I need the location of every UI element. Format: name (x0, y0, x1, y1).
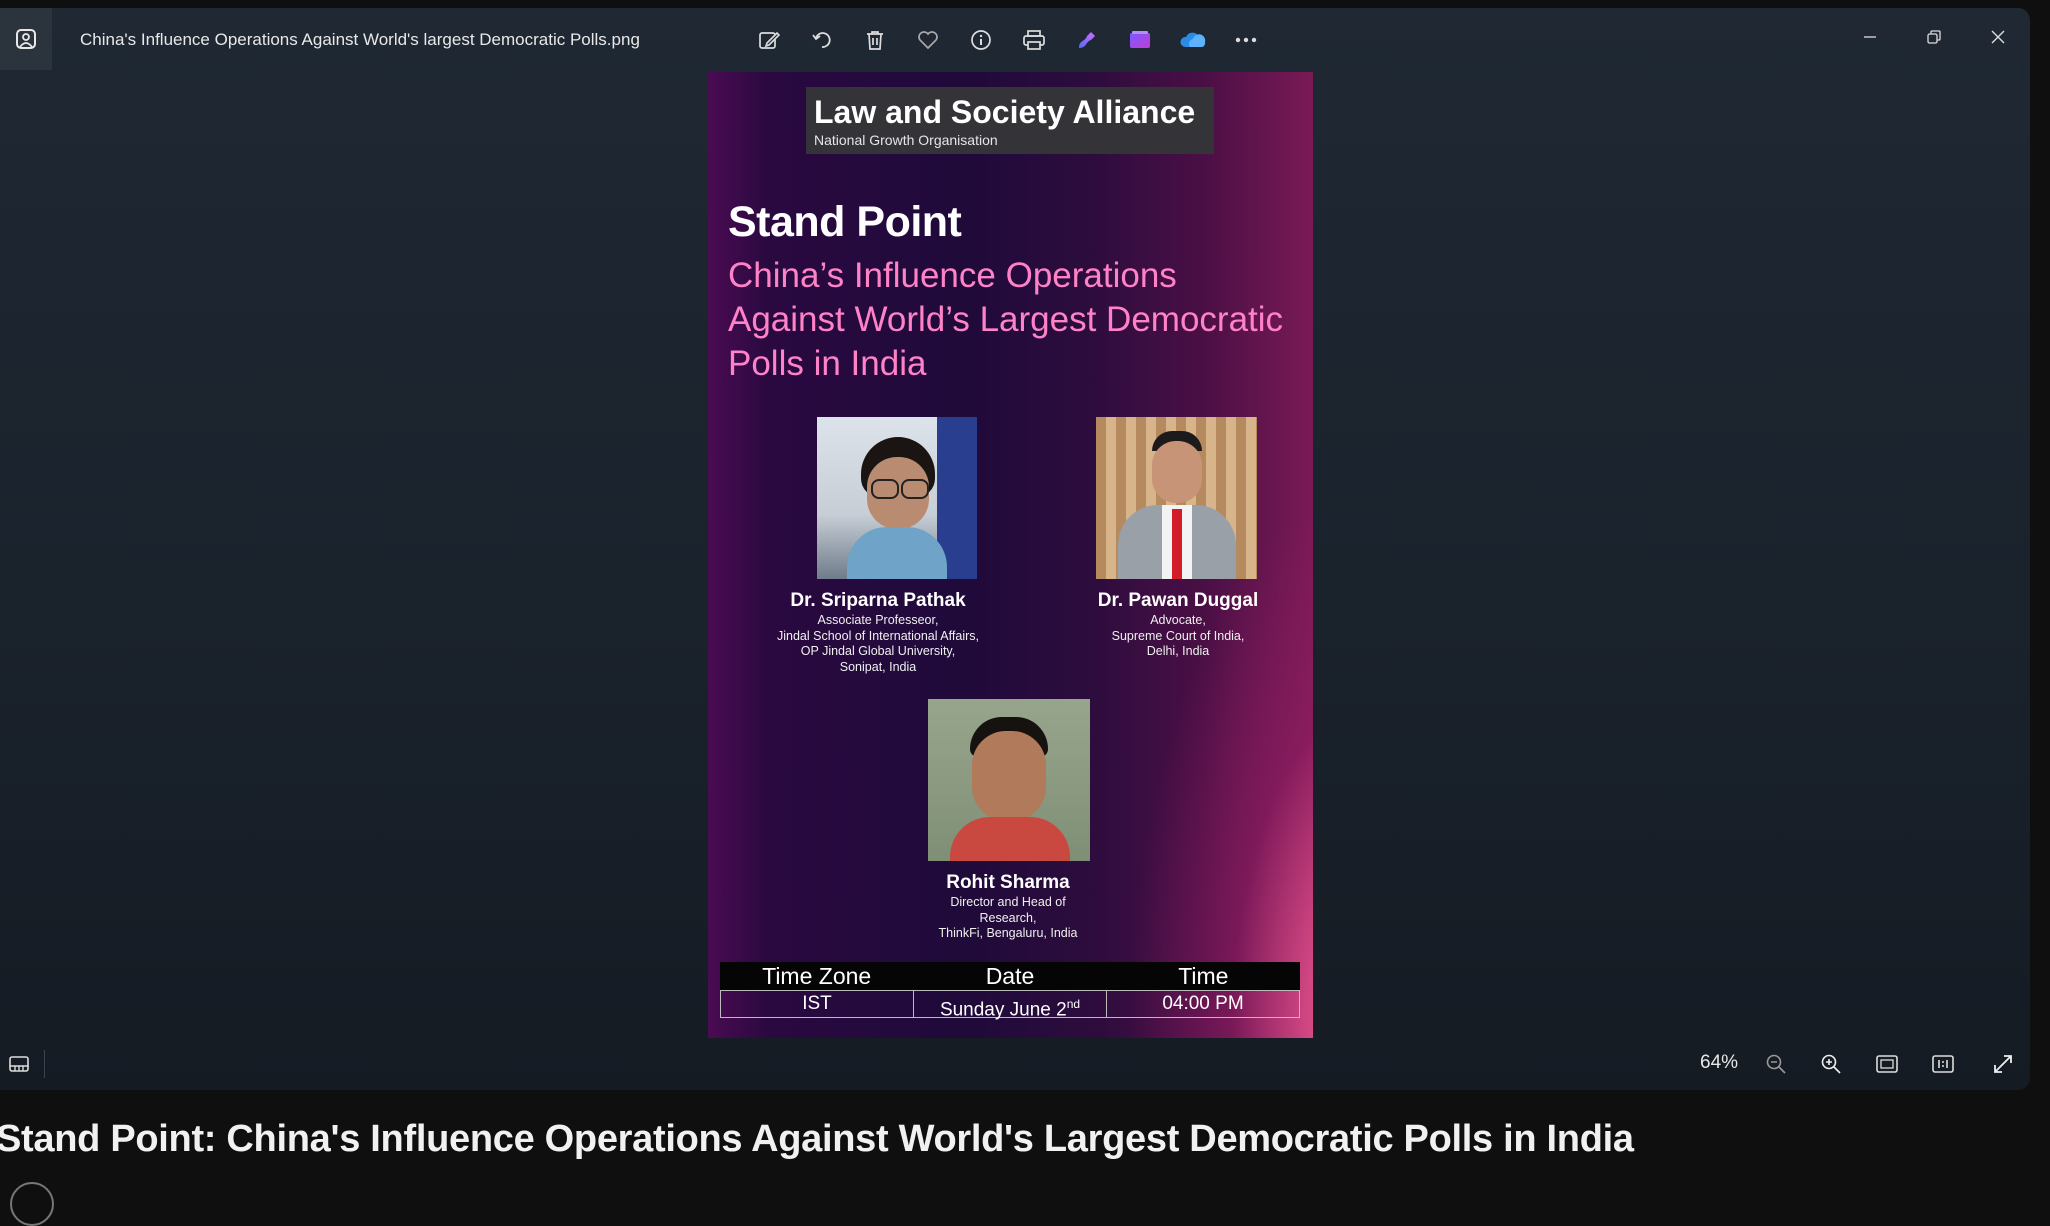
org-subtitle: National Growth Organisation (814, 132, 998, 148)
poster-headline: Stand Point (728, 198, 962, 246)
org-name: Law and Society Alliance (814, 94, 1196, 130)
speaker-photo (817, 417, 977, 579)
speaker-name: Rohit Sharma (946, 872, 1070, 893)
speaker-card: Rohit Sharma Director and Head of Resear… (888, 699, 1128, 949)
channel-avatar[interactable] (10, 1182, 54, 1226)
title-bar: China's Influence Operations Against Wor… (0, 8, 2030, 72)
photos-app-icon[interactable] (0, 8, 52, 70)
bottom-divider (44, 1050, 45, 1078)
actual-size-icon[interactable] (1926, 1048, 1960, 1080)
poster-image: Law and Society Alliance National Growth… (708, 72, 1313, 1038)
speaker-photo (1096, 417, 1257, 579)
info-icon[interactable] (964, 24, 997, 56)
minimize-icon[interactable] (1838, 20, 1902, 54)
fullscreen-icon[interactable] (1986, 1048, 2020, 1080)
onedrive-icon[interactable] (1176, 24, 1209, 56)
delete-icon[interactable] (858, 24, 891, 56)
schedule-header-row: Time Zone Date Time (720, 962, 1300, 990)
more-icon[interactable] (1229, 24, 1262, 56)
file-title: China's Influence Operations Against Wor… (80, 30, 640, 49)
edit-image-icon[interactable] (752, 24, 785, 56)
speaker-photo (928, 699, 1090, 861)
speaker-description: Associate Professeor, Jindal School of I… (777, 613, 979, 674)
designer-icon[interactable] (1070, 24, 1103, 56)
zoom-level[interactable]: 64% (1700, 1052, 1738, 1074)
photo-viewer-window: China's Influence Operations Against Wor… (0, 8, 2030, 1090)
video-title: Stand Point: China's Influence Operation… (0, 1118, 1634, 1160)
schedule-date-text: Sunday June 2 (939, 999, 1067, 1021)
schedule-header: Date (985, 963, 1035, 989)
schedule-time: 04:00 PM (1162, 993, 1244, 1014)
clipchamp-icon[interactable] (1123, 24, 1156, 56)
restore-icon[interactable] (1902, 20, 1966, 54)
close-icon[interactable] (1966, 20, 2030, 54)
zoom-in-icon[interactable] (1814, 1048, 1848, 1080)
print-icon[interactable] (1017, 24, 1050, 56)
bottom-bar: 64% (0, 1038, 2030, 1090)
favorite-icon[interactable] (911, 24, 944, 56)
schedule-row: IST Sunday June 2nd 04:00 PM (720, 990, 1300, 1021)
speaker-description: Advocate, Supreme Court of India, Delhi,… (1111, 613, 1245, 658)
schedule-date: Sunday June 2nd (914, 991, 1107, 1021)
window-controls (1838, 20, 2030, 54)
schedule-date-suffix: nd (1066, 997, 1081, 1011)
schedule-table: Time Zone Date Time IST Sunday June 2nd … (720, 962, 1300, 1021)
schedule-timezone: IST (721, 991, 914, 1017)
speaker-description: Director and Head of Research, ThinkFi, … (938, 895, 1078, 940)
speaker-card: Dr. Pawan Duggal Advocate, Supreme Court… (1058, 417, 1298, 667)
speaker-name: Dr. Sriparna Pathak (790, 590, 966, 611)
poster-subhead: China’s Influence Operations Against Wor… (728, 256, 1284, 383)
filmstrip-icon[interactable] (4, 1050, 34, 1078)
zoom-out-icon[interactable] (1759, 1048, 1793, 1080)
org-banner: Law and Society Alliance National Growth… (806, 87, 1214, 154)
fit-to-window-icon[interactable] (1870, 1048, 1904, 1080)
schedule-header: Time Zone (762, 963, 872, 989)
speaker-card: Dr. Sriparna Pathak Associate Professeor… (758, 417, 998, 707)
speaker-name: Dr. Pawan Duggal (1097, 590, 1259, 611)
viewer-toolbar (752, 24, 1262, 56)
schedule-header: Time (1178, 963, 1229, 989)
rotate-icon[interactable] (805, 24, 838, 56)
